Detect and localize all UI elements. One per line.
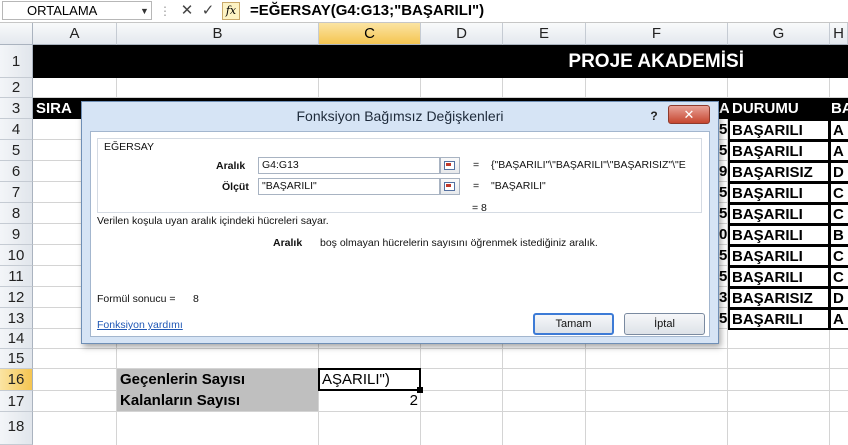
formula-result-label: Formül sonucu = (97, 293, 176, 305)
column-header-h[interactable]: H (830, 23, 848, 45)
formula-bar: ORTALAMA ▼ ⋮ ✕ ✓ fx =EĞERSAY(G4:G13;"BAŞ… (0, 0, 848, 23)
row-header-18[interactable]: 18 (0, 412, 33, 445)
row-header-4[interactable]: 4 (0, 119, 33, 140)
h-cell-4[interactable]: A (829, 119, 848, 141)
row-header-16[interactable]: 16 (0, 369, 33, 391)
cancel-button[interactable]: İptal (624, 313, 705, 335)
name-box[interactable]: ORTALAMA ▼ (2, 1, 152, 20)
function-arguments-dialog: Fonksiyon Bağımsız Değişkenleri ? ✕ EĞER… (81, 101, 719, 344)
function-result: = 8 (472, 202, 487, 214)
row-header-11[interactable]: 11 (0, 266, 33, 287)
function-description: Verilen koşula uyan aralık içindeki hücr… (97, 215, 329, 227)
durumu-cell-7[interactable]: BAŞARILI (728, 182, 830, 204)
f-partial-header[interactable]: A (719, 98, 729, 119)
row-header-9[interactable]: 9 (0, 224, 33, 245)
row-header-13[interactable]: 13 (0, 308, 33, 329)
column-header-b[interactable]: B (117, 23, 319, 45)
arg-help-label: Aralık (273, 237, 303, 249)
column-header-f[interactable]: F (586, 23, 728, 45)
dialog-body: EĞERSAY Aralık G4:G13 = {"BAŞARILI"\"BAŞ… (90, 131, 710, 337)
row-header-8[interactable]: 8 (0, 203, 33, 224)
h-cell-7[interactable]: C (829, 182, 848, 204)
h-cell-10[interactable]: C (829, 245, 848, 267)
h-header[interactable]: BA (831, 98, 848, 119)
h-cell-11[interactable]: C (829, 266, 848, 288)
durumu-cell-5[interactable]: BAŞARILI (728, 140, 830, 162)
durumu-cell-13[interactable]: BAŞARILI (728, 308, 830, 330)
h-cell-5[interactable]: A (829, 140, 848, 162)
range-input[interactable]: G4:G13 (258, 157, 440, 174)
arg1-result: {"BAŞARILI"\"BAŞARILI"\"BAŞARISIZ"\"E (491, 159, 686, 171)
row-header-5[interactable]: 5 (0, 140, 33, 161)
arg1-eq: = (473, 159, 480, 171)
help-icon[interactable]: ? (644, 106, 664, 126)
h-cell-12[interactable]: D (829, 287, 848, 309)
durumu-header[interactable]: DURUMU (731, 98, 829, 119)
dialog-title[interactable]: Fonksiyon Bağımsız Değişkenleri (82, 102, 718, 130)
durumu-cell-11[interactable]: BAŞARILI (728, 266, 830, 288)
row-header-1[interactable]: 1 (0, 45, 33, 78)
collapse-dialog-icon[interactable] (440, 157, 460, 174)
row-header-2[interactable]: 2 (0, 78, 33, 98)
formula-result-value: 8 (193, 293, 199, 305)
cancel-entry-icon[interactable]: ✕ (178, 2, 196, 20)
formula-input[interactable]: =EĞERSAY(G4:G13;"BAŞARILI") (250, 0, 484, 22)
durumu-cell-9[interactable]: BAŞARILI (728, 224, 830, 246)
arg1-label: Aralık (216, 160, 246, 172)
function-help-link[interactable]: Fonksiyon yardımı (97, 319, 183, 331)
arg2-eq: = (473, 180, 480, 192)
confirm-entry-icon[interactable]: ✓ (199, 2, 217, 20)
arg2-label: Ölçüt (222, 181, 249, 193)
name-box-value: ORTALAMA (27, 3, 98, 18)
h-cell-6[interactable]: D (829, 161, 848, 183)
row-header-12[interactable]: 12 (0, 287, 33, 308)
arg2-result: "BAŞARILI" (491, 180, 546, 192)
row-header-15[interactable]: 15 (0, 349, 33, 369)
gecenler-label[interactable]: Geçenlerin Sayısı (117, 369, 318, 390)
durumu-cell-6[interactable]: BAŞARISIZ (728, 161, 830, 183)
sheet-title[interactable]: PROJE AKADEMİSİ (33, 45, 848, 78)
arg-help-text: boş olmayan hücrelerin sayısını öğrenmek… (320, 237, 598, 249)
close-icon[interactable]: ✕ (668, 105, 710, 124)
function-name: EĞERSAY (104, 141, 154, 153)
row-header-3[interactable]: 3 (0, 98, 33, 119)
chevron-down-icon[interactable]: ▼ (140, 2, 149, 21)
row-header-17[interactable]: 17 (0, 391, 33, 412)
row-header-10[interactable]: 10 (0, 245, 33, 266)
row-header-7[interactable]: 7 (0, 182, 33, 203)
criteria-input[interactable]: "BAŞARILI" (258, 178, 440, 195)
column-header-g[interactable]: G (728, 23, 830, 45)
row-header-14[interactable]: 14 (0, 329, 33, 349)
durumu-cell-8[interactable]: BAŞARILI (728, 203, 830, 225)
column-header-d[interactable]: D (421, 23, 503, 45)
select-all-corner[interactable] (0, 23, 33, 45)
collapse-dialog-icon-2[interactable] (440, 178, 460, 195)
h-cell-9[interactable]: B (829, 224, 848, 246)
durumu-cell-4[interactable]: BAŞARILI (728, 119, 830, 141)
row-header-6[interactable]: 6 (0, 161, 33, 182)
durumu-cell-12[interactable]: BAŞARISIZ (728, 287, 830, 309)
c17-value[interactable]: 2 (320, 391, 418, 411)
insert-function-icon[interactable]: fx (222, 2, 240, 20)
kalanlar-label[interactable]: Kalanların Sayısı (117, 390, 318, 411)
active-cell-c16[interactable]: AŞARILI") (318, 368, 421, 391)
h-cell-13[interactable]: A (829, 308, 848, 330)
formula-bar-grip-icon: ⋮ (159, 4, 171, 18)
column-header-e[interactable]: E (503, 23, 586, 45)
argument-group: EĞERSAY Aralık G4:G13 = {"BAŞARILI"\"BAŞ… (97, 138, 702, 213)
column-header-c[interactable]: C (319, 23, 421, 45)
ok-button[interactable]: Tamam (533, 313, 614, 335)
durumu-cell-10[interactable]: BAŞARILI (728, 245, 830, 267)
h-cell-8[interactable]: C (829, 203, 848, 225)
column-header-a[interactable]: A (33, 23, 117, 45)
